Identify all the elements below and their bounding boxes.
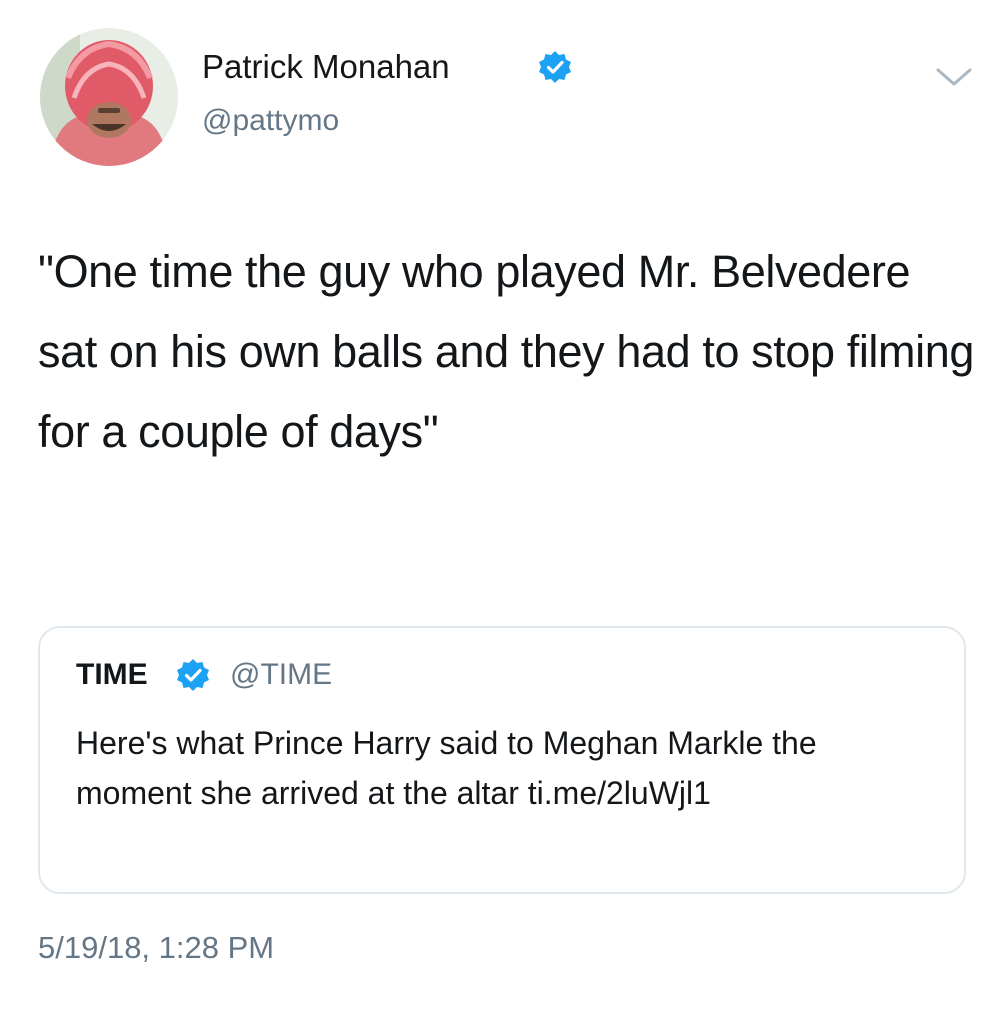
author-handle[interactable]: @pattymo — [202, 104, 339, 138]
chevron-down-icon[interactable] — [934, 64, 974, 90]
avatar-image — [40, 28, 178, 166]
tweet-text: "One time the guy who played Mr. Belvede… — [38, 246, 974, 457]
quoted-verified-badge-icon — [177, 659, 209, 691]
quoted-tweet-card[interactable]: TIME @TIME Here's what Prince Harry said… — [38, 626, 966, 894]
author-display-name[interactable]: Patrick Monahan — [202, 48, 450, 86]
quoted-author-handle: @TIME — [230, 658, 333, 691]
verified-badge-icon — [539, 51, 571, 83]
tweet-timestamp[interactable]: 5/19/18, 1:28 PM — [38, 930, 274, 966]
quoted-tweet-text: Here's what Prince Harry said to Meghan … — [76, 725, 817, 811]
author-avatar[interactable] — [40, 28, 178, 166]
quoted-author-name: TIME — [76, 658, 148, 691]
